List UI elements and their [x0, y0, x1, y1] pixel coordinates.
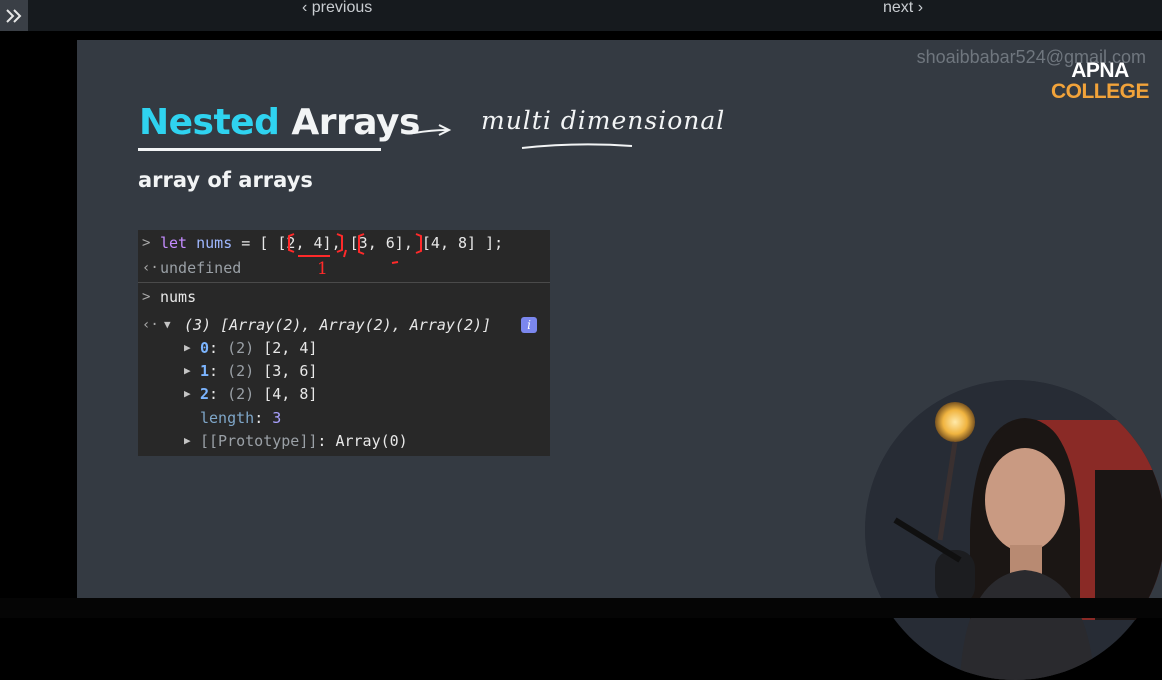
item-key: 1	[200, 362, 210, 380]
presenter-webcam	[865, 380, 1162, 680]
red-pen-annotation	[288, 233, 422, 264]
double-chevron-right-icon	[6, 8, 22, 23]
bottom-bar	[0, 598, 1162, 618]
collapsed-triangle-icon[interactable]: ▶	[184, 383, 191, 405]
item-key: 2	[200, 385, 210, 403]
length-key: length	[200, 409, 255, 427]
handwritten-note: multi dimensional	[481, 106, 726, 135]
item-count: (2)	[227, 385, 255, 403]
expanded-triangle-icon[interactable]: ▼	[164, 314, 171, 336]
prototype-key: [[Prototype]]	[200, 432, 318, 450]
result-arrow: ‹·	[142, 317, 159, 333]
next-link[interactable]: next ›	[883, 0, 923, 20]
item-value: [4, 8]	[263, 385, 318, 403]
prototype-value: Array(0)	[335, 432, 408, 450]
collapsed-triangle-icon[interactable]: ▶	[184, 337, 191, 359]
previous-link[interactable]: ‹ previous	[302, 0, 372, 20]
item-key: 0	[200, 339, 210, 357]
expand-sidebar-button[interactable]	[0, 0, 28, 31]
item-value: [3, 6]	[263, 362, 318, 380]
array-summary: (3) [Array(2), Array(2), Array(2)]	[184, 316, 492, 334]
item-count: (2)	[227, 339, 255, 357]
info-icon[interactable]: i	[521, 317, 537, 333]
presenter-video-frame	[865, 380, 1162, 680]
handwriting-underline	[521, 143, 633, 149]
red-index-mark: 1	[317, 259, 328, 279]
collapsed-triangle-icon[interactable]: ▶	[184, 430, 191, 452]
devtools-console: > let nums = [ [2, 4], [3, 6], [4, 8] ];…	[138, 230, 550, 456]
top-bar: ‹ previous next ›	[0, 0, 1162, 31]
collapsed-triangle-icon[interactable]: ▶	[184, 360, 191, 382]
item-count: (2)	[227, 362, 255, 380]
length-value: 3	[272, 409, 282, 427]
item-value: [2, 4]	[263, 339, 318, 357]
